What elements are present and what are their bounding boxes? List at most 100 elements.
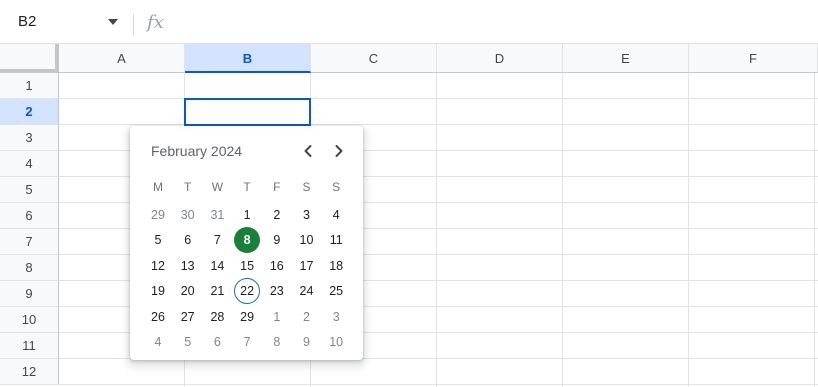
calendar-day-number: 7 (213, 233, 221, 248)
calendar-day-number: 13 (180, 258, 195, 273)
calendar-day-number: 14 (210, 258, 225, 273)
calendar-day-number: 27 (180, 309, 195, 324)
calendar-day[interactable]: 15 (232, 253, 262, 279)
calendar-day[interactable]: 27 (173, 304, 203, 330)
row-header-9[interactable]: 9 (0, 281, 59, 307)
calendar-day[interactable]: 9 (262, 227, 292, 253)
row-header-11[interactable]: 11 (0, 333, 59, 359)
calendar-day[interactable]: 2 (292, 304, 322, 330)
row-header-1[interactable]: 1 (0, 73, 59, 99)
formula-bar-divider (133, 14, 134, 36)
selected-day[interactable]: 8 (232, 227, 262, 254)
calendar-day-number: 29 (240, 309, 255, 324)
calendar-day[interactable]: 10 (292, 227, 322, 253)
row-header-12[interactable]: 12 (0, 359, 59, 385)
column-header-b[interactable]: B (185, 44, 311, 73)
calendar-day-number: 25 (329, 284, 344, 299)
calendar-day-number: 5 (154, 233, 162, 248)
calendar-day[interactable]: 7 (202, 227, 232, 253)
today-day[interactable]: 22 (232, 278, 262, 305)
column-header-f[interactable]: F (689, 44, 818, 73)
calendar-day[interactable]: 30 (173, 202, 203, 228)
calendar-day[interactable]: 4 (321, 202, 351, 228)
calendar-day[interactable]: 25 (321, 278, 351, 304)
calendar-day[interactable]: 13 (173, 253, 203, 279)
calendar-day[interactable]: 6 (202, 329, 232, 355)
calendar-day[interactable]: 17 (292, 253, 322, 279)
calendar-day[interactable]: 5 (143, 227, 173, 253)
calendar-day-number: 2 (273, 208, 281, 222)
name-box-value[interactable]: B2 (18, 13, 36, 30)
chevron-left-icon[interactable] (295, 138, 321, 164)
calendar-day-number: 17 (299, 258, 314, 273)
row-header-8[interactable]: 8 (0, 255, 59, 281)
calendar-day-number: 5 (184, 335, 192, 349)
calendar-day[interactable]: 12 (143, 253, 173, 279)
calendar-day[interactable]: 11 (321, 227, 351, 253)
chevron-right-icon[interactable] (326, 138, 352, 164)
weekday-label: T (243, 180, 251, 194)
calendar-day-number: 29 (151, 208, 165, 222)
calendar-day[interactable]: 3 (292, 202, 322, 228)
column-header-e[interactable]: E (563, 44, 689, 73)
calendar-day[interactable]: 2 (262, 202, 292, 228)
calendar-day[interactable]: 5 (173, 329, 203, 355)
calendar-day[interactable]: 29 (232, 304, 262, 330)
calendar-day[interactable]: 7 (232, 329, 262, 355)
fx-icon: fx (147, 12, 164, 33)
calendar-day-number: 20 (180, 284, 195, 299)
calendar-day[interactable]: 14 (202, 253, 232, 279)
calendar-day[interactable]: 29 (143, 202, 173, 228)
calendar-day[interactable]: 20 (173, 278, 203, 304)
calendar-day-number: 3 (303, 208, 310, 222)
calendar-day[interactable]: 31 (202, 202, 232, 228)
calendar-day[interactable]: 18 (321, 253, 351, 279)
calendar-day-number: 1 (273, 309, 281, 324)
calendar-day[interactable]: 19 (143, 278, 173, 304)
active-cell[interactable] (184, 98, 311, 126)
calendar-day[interactable]: 28 (202, 304, 232, 330)
name-box[interactable]: B2 (0, 8, 132, 36)
row-header-10[interactable]: 10 (0, 307, 59, 333)
calendar-day[interactable]: 1 (262, 304, 292, 330)
row-header-4[interactable]: 4 (0, 151, 59, 177)
calendar-day[interactable]: 10 (321, 329, 351, 355)
calendar-day-number: 1 (243, 208, 251, 222)
date-picker-days: 29 30 31 1 2 3 4 5 6 7 8 9 10 11 12 13 14 15 16 17 18 19 20 21 2… (143, 202, 351, 358)
calendar-day-number: 26 (151, 309, 165, 324)
calendar-day[interactable]: 21 (202, 278, 232, 304)
calendar-day[interactable]: 6 (173, 227, 203, 253)
calendar-day-number: 6 (213, 335, 221, 349)
calendar-day-number: 8 (273, 335, 281, 349)
calendar-day-number: 18 (329, 258, 344, 273)
column-header-d[interactable]: D (437, 44, 563, 73)
calendar-day-number: 28 (210, 309, 225, 324)
row-header-6[interactable]: 6 (0, 203, 59, 229)
calendar-day[interactable]: 16 (262, 253, 292, 279)
calendar-day-number: 2 (303, 309, 310, 324)
calendar-day[interactable]: 3 (321, 304, 351, 330)
column-header-c[interactable]: C (311, 44, 437, 73)
row-header-5[interactable]: 5 (0, 177, 59, 203)
row-header-3[interactable]: 3 (0, 125, 59, 151)
calendar-day-number: 11 (329, 233, 343, 248)
row-header-7[interactable]: 7 (0, 229, 59, 255)
calendar-day[interactable]: 9 (292, 329, 322, 355)
calendar-day[interactable]: 26 (143, 304, 173, 330)
select-all-corner[interactable] (0, 44, 59, 73)
calendar-day-number: 10 (299, 233, 314, 248)
date-picker: February 2024 MTWTFSS 29 30 31 1 2 3 4 5 6 7 8 9 10 1… (130, 126, 363, 360)
calendar-day[interactable]: 24 (292, 278, 322, 304)
weekday-label: W (211, 180, 224, 194)
calendar-day[interactable]: 23 (262, 278, 292, 304)
row-header-2[interactable]: 2 (0, 99, 59, 125)
calendar-day[interactable]: 4 (143, 329, 173, 355)
calendar-day-number: 24 (299, 284, 314, 299)
calendar-day[interactable]: 8 (262, 329, 292, 355)
weekday-label: F (273, 180, 281, 194)
date-picker-weekdays: MTWTFSS (143, 180, 351, 196)
weekday-label: S (302, 180, 311, 194)
column-header-a[interactable]: A (59, 44, 185, 73)
name-box-dropdown-icon[interactable] (108, 19, 118, 25)
calendar-day[interactable]: 1 (232, 202, 262, 228)
